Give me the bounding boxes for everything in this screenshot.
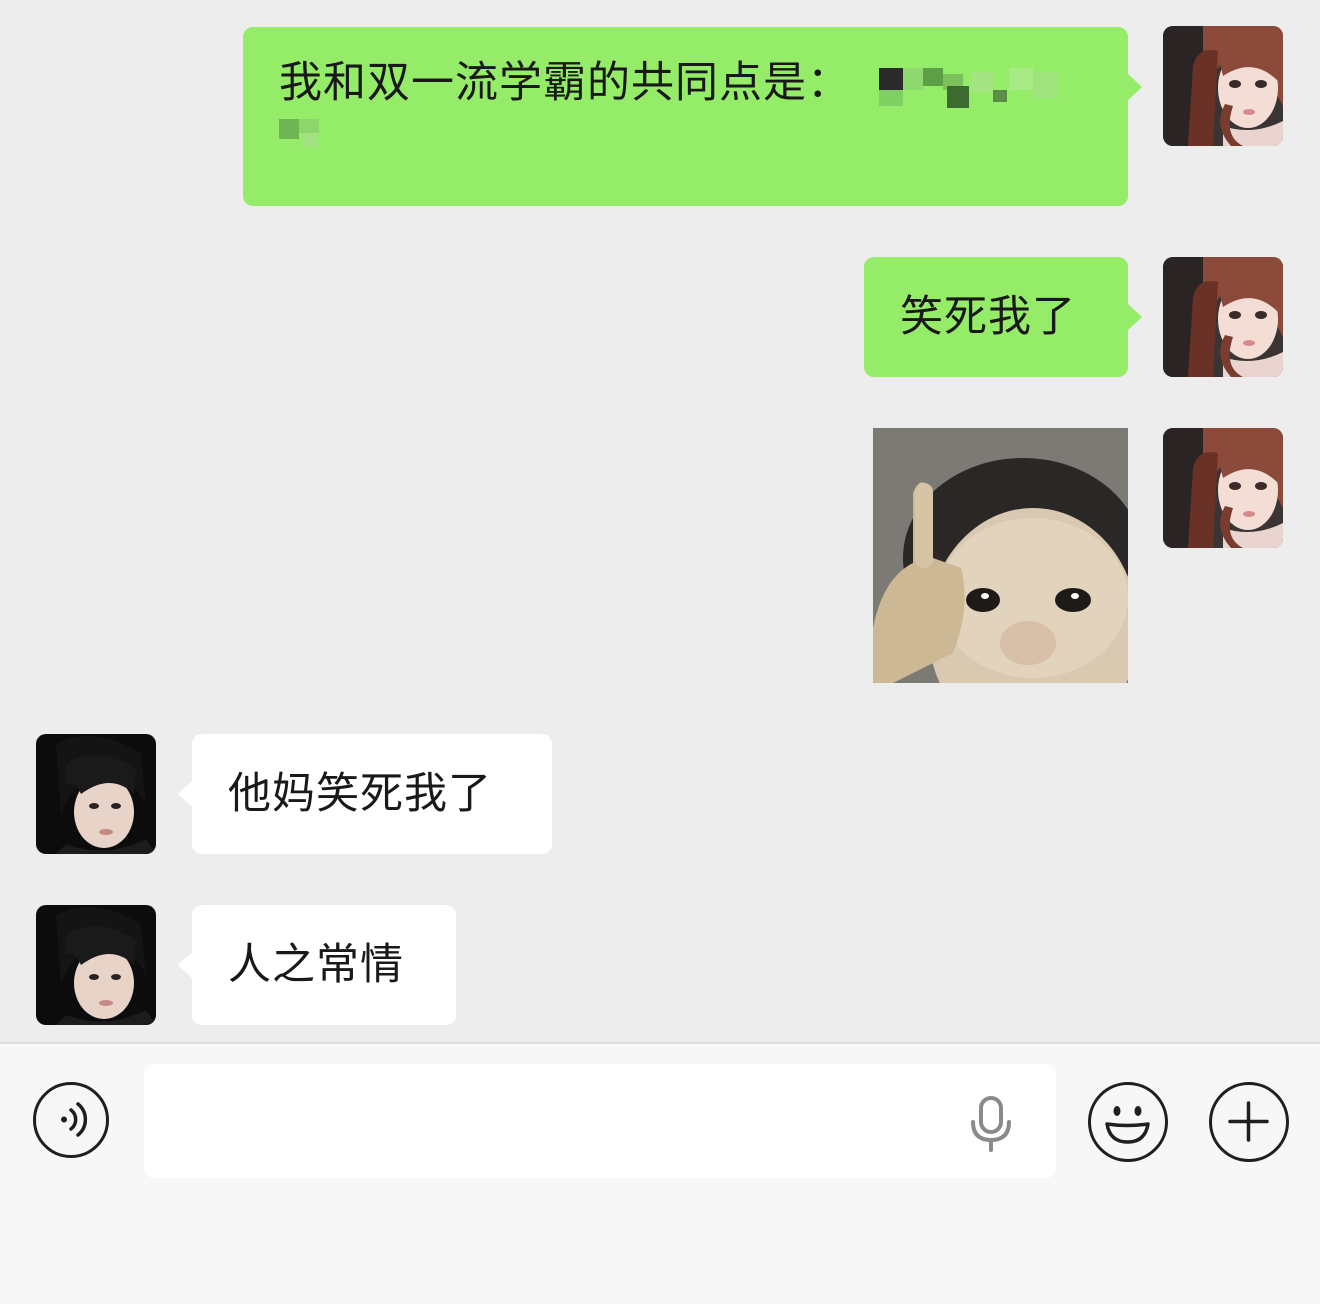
boy-portrait-icon	[36, 734, 156, 854]
microphone-button[interactable]	[966, 1094, 1016, 1154]
more-button[interactable]	[1209, 1082, 1289, 1162]
message-text: 笑死我了	[900, 292, 1076, 342]
microphone-icon	[971, 1096, 1011, 1152]
my-avatar[interactable]	[1163, 428, 1283, 548]
my-avatar[interactable]	[1163, 257, 1283, 377]
baby-pointing-finger-sticker	[873, 428, 1128, 683]
bubble-tail	[178, 780, 193, 808]
bubble-tail	[178, 951, 193, 979]
contact-avatar[interactable]	[36, 905, 156, 1025]
emoji-icon	[1105, 1106, 1150, 1144]
emoji-button[interactable]	[1088, 1082, 1168, 1162]
message-bubble-received[interactable]: 人之常情	[178, 905, 456, 1025]
voice-mode-button[interactable]	[33, 1082, 109, 1158]
contact-avatar[interactable]	[36, 734, 156, 854]
sticker-image[interactable]	[873, 428, 1128, 683]
message-bubble-sent[interactable]: 我和双一流学霸的共同点是：	[243, 27, 1142, 206]
message-bubble-sent[interactable]: 笑死我了	[864, 257, 1142, 377]
girl-portrait-icon	[1163, 257, 1283, 377]
voice-mode-icon	[61, 1102, 88, 1137]
blurred-text-mosaic	[851, 64, 1061, 108]
message-text: 人之常情	[228, 940, 404, 990]
plus-icon	[1228, 1101, 1269, 1142]
girl-portrait-icon	[1163, 26, 1283, 146]
message-bubble-received[interactable]: 他妈笑死我了	[178, 734, 552, 854]
input-bar	[0, 1044, 1320, 1304]
girl-portrait-icon	[1163, 428, 1283, 548]
bubble-tail	[1127, 303, 1142, 331]
blurred-text-mosaic	[279, 119, 339, 149]
message-text: 他妈笑死我了	[228, 769, 492, 819]
bubble-tail	[1127, 73, 1142, 101]
boy-portrait-icon	[36, 905, 156, 1025]
message-text: 我和双一流学霸的共同点是：	[279, 58, 851, 108]
message-input[interactable]	[144, 1064, 1056, 1178]
my-avatar[interactable]	[1163, 26, 1283, 146]
chat-area[interactable]: 我和双一流学霸的共同点是： 笑死我了 他妈笑死我了 人之常情	[0, 0, 1320, 1042]
